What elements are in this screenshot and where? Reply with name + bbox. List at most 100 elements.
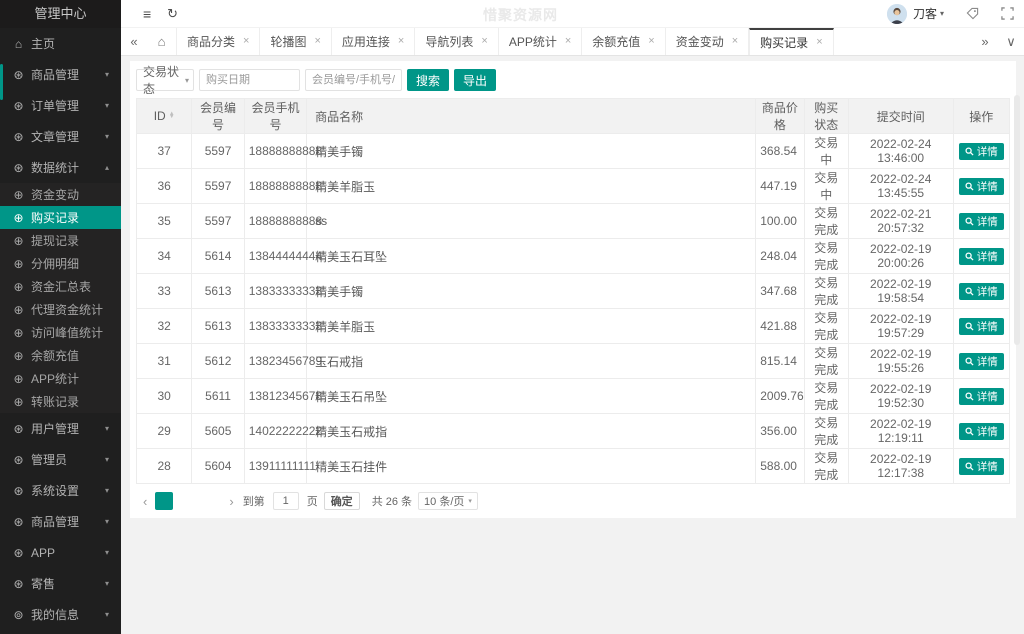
refresh-icon[interactable]: ↻ — [167, 7, 178, 20]
menu-icon: ⌂ — [14, 36, 23, 51]
sort-icon[interactable]: ▲ ▼ — [169, 111, 175, 120]
sidebar-item[interactable]: ⊛ 寄售 ▾ — [0, 568, 121, 599]
sidebar-item-label: 提现记录 — [31, 234, 80, 248]
chevron-icon: ▾ — [104, 101, 109, 110]
detail-button[interactable]: 详情 — [958, 422, 1004, 440]
tabs-scroll-left-icon[interactable]: « — [121, 28, 147, 55]
per-page-select[interactable]: 10 条/页 ▾ — [418, 492, 478, 510]
column-header-price: 商品价格 — [755, 98, 805, 134]
detail-button[interactable]: 详情 — [958, 317, 1004, 335]
trade-status-select[interactable]: 交易状态 ▾ — [136, 65, 194, 96]
cell-member-no: 5611 — [191, 378, 245, 414]
page-number-button[interactable] — [179, 492, 197, 510]
tab[interactable]: 余额充值 × — [582, 28, 666, 55]
detail-button-label: 详情 — [976, 285, 998, 298]
detail-button[interactable]: 详情 — [958, 457, 1004, 475]
table-scrollbar[interactable] — [1014, 95, 1020, 345]
sidebar-item[interactable]: ⊛ 管理员 ▾ — [0, 444, 121, 475]
tab[interactable]: 导航列表 × — [415, 28, 499, 55]
menu-icon: ⊛ — [13, 545, 24, 560]
sidebar-item[interactable]: ⊛ 商品管理 ▾ — [0, 506, 121, 537]
confirm-page-button[interactable]: 确定 — [323, 492, 360, 510]
magnifier-icon — [965, 356, 974, 366]
close-icon[interactable]: × — [481, 36, 487, 47]
tab[interactable]: 应用连接 × — [332, 28, 416, 55]
main-area: ≡ ↻ 惜聚资源网 刀客 ▾ « ⌂ 商品分类 × 轮播图 × 应用连接 × 导… — [121, 0, 1024, 634]
sort-desc-icon[interactable]: ▼ — [169, 114, 175, 120]
sidebar-item[interactable]: ⊕ 转账记录 — [0, 390, 121, 413]
detail-button[interactable]: 详情 — [958, 212, 1004, 230]
tab[interactable]: 资金变动 × — [666, 28, 750, 55]
sidebar-item[interactable]: ⊕ 代理资金统计 — [0, 298, 121, 321]
column-header-id[interactable]: ID ▲ ▼ — [135, 98, 193, 134]
tab[interactable]: APP统计 × — [499, 28, 583, 55]
user-name[interactable]: 刀客 — [913, 5, 937, 22]
detail-button[interactable]: 详情 — [958, 352, 1004, 370]
close-icon[interactable]: × — [243, 36, 249, 47]
sidebar-item[interactable]: ⊛ 商品管理 ▾ — [0, 59, 121, 90]
cell-id: 36 — [135, 168, 193, 204]
detail-button-label: 详情 — [976, 425, 998, 438]
close-icon[interactable]: × — [314, 36, 320, 47]
sidebar-item-label: APP — [31, 545, 56, 560]
close-icon[interactable]: × — [816, 37, 822, 48]
sidebar-item[interactable]: ⊛ 文章管理 ▾ — [0, 121, 121, 152]
sidebar-item[interactable]: ⊕ 访问峰值统计 — [0, 321, 121, 344]
sidebar-item[interactable]: ⊕ 提现记录 — [0, 229, 121, 252]
close-icon[interactable]: × — [732, 36, 738, 47]
sidebar-item[interactable]: ⊕ 购买记录 — [0, 206, 121, 229]
cell-product-name: 精美玉石挂件 — [306, 448, 757, 484]
next-page-icon[interactable]: › — [224, 494, 238, 509]
purchase-date-input[interactable] — [199, 69, 300, 91]
page-number-button[interactable] — [155, 492, 174, 510]
cell-status: 交易完成 — [803, 448, 849, 484]
tabs-scroll-right-icon[interactable]: » — [972, 28, 998, 55]
sidebar-item[interactable]: ⊕ 分佣明细 — [0, 252, 121, 275]
page-number-button[interactable] — [203, 492, 221, 510]
keyword-search-input[interactable] — [305, 69, 402, 91]
tab[interactable]: 轮播图 × — [260, 28, 332, 55]
close-icon[interactable]: × — [565, 36, 571, 47]
detail-button-label: 详情 — [976, 460, 998, 473]
sidebar-item[interactable]: ⊛ 用户管理 ▾ — [0, 413, 121, 444]
detail-button[interactable]: 详情 — [958, 142, 1004, 160]
detail-button[interactable]: 详情 — [958, 247, 1004, 265]
sidebar-item[interactable]: ⊕ APP统计 — [0, 367, 121, 390]
sidebar-item[interactable]: ⊕ 资金变动 — [0, 183, 121, 206]
tab-home[interactable]: ⌂ — [147, 28, 177, 55]
tag-icon[interactable] — [966, 7, 979, 20]
cell-member-no: 5597 — [191, 133, 245, 169]
tab[interactable]: 商品分类 × — [177, 28, 261, 55]
avatar[interactable] — [886, 3, 907, 24]
column-header-action: 操作 — [952, 98, 1011, 134]
sidebar-item[interactable]: ⊕ 余额充值 — [0, 344, 121, 367]
fullscreen-icon[interactable] — [1001, 7, 1014, 20]
sidebar-item[interactable]: ⊕ 资金汇总表 — [0, 275, 121, 298]
prev-page-icon[interactable]: ‹ — [138, 494, 152, 509]
cell-id: 28 — [135, 448, 193, 484]
goto-page-input[interactable] — [272, 492, 299, 510]
detail-button-label: 详情 — [976, 320, 998, 333]
search-button[interactable]: 搜索 — [407, 69, 450, 91]
close-icon[interactable]: × — [398, 36, 404, 47]
detail-button[interactable]: 详情 — [958, 387, 1004, 405]
tab[interactable]: 购买记录 × — [749, 28, 834, 55]
close-icon[interactable]: × — [648, 36, 654, 47]
sidebar-item[interactable]: ⊚ 我的信息 ▾ — [0, 599, 121, 630]
user-menu[interactable]: 刀客 ▾ — [886, 3, 1014, 24]
collapse-menu-icon[interactable]: ≡ — [143, 7, 151, 21]
detail-button[interactable]: 详情 — [958, 177, 1004, 195]
sidebar-item[interactable]: ⊛ 系统设置 ▾ — [0, 475, 121, 506]
table-row: 34 5614 13844444444 精美玉石耳坠 248.04 交易完成 2… — [135, 238, 1011, 274]
cell-product-name: ss — [306, 203, 757, 239]
export-button[interactable]: 导出 — [454, 69, 497, 91]
cell-status: 交易完成 — [803, 413, 849, 449]
sidebar-item[interactable]: ⊛ 订单管理 ▾ — [0, 90, 121, 121]
sidebar-item[interactable]: ⊛ 数据统计 ▴ — [0, 152, 121, 183]
sidebar-item[interactable]: ⌂ 主页 — [0, 28, 121, 59]
table-row: 37 5597 18888888888 精美手镯 368.54 交易中 2022… — [135, 133, 1011, 169]
detail-button[interactable]: 详情 — [958, 282, 1004, 300]
tabs-menu-icon[interactable]: ∨ — [998, 28, 1024, 55]
sidebar-scrollbar[interactable] — [0, 64, 3, 100]
sidebar-item[interactable]: ⊛ APP ▾ — [0, 537, 121, 568]
